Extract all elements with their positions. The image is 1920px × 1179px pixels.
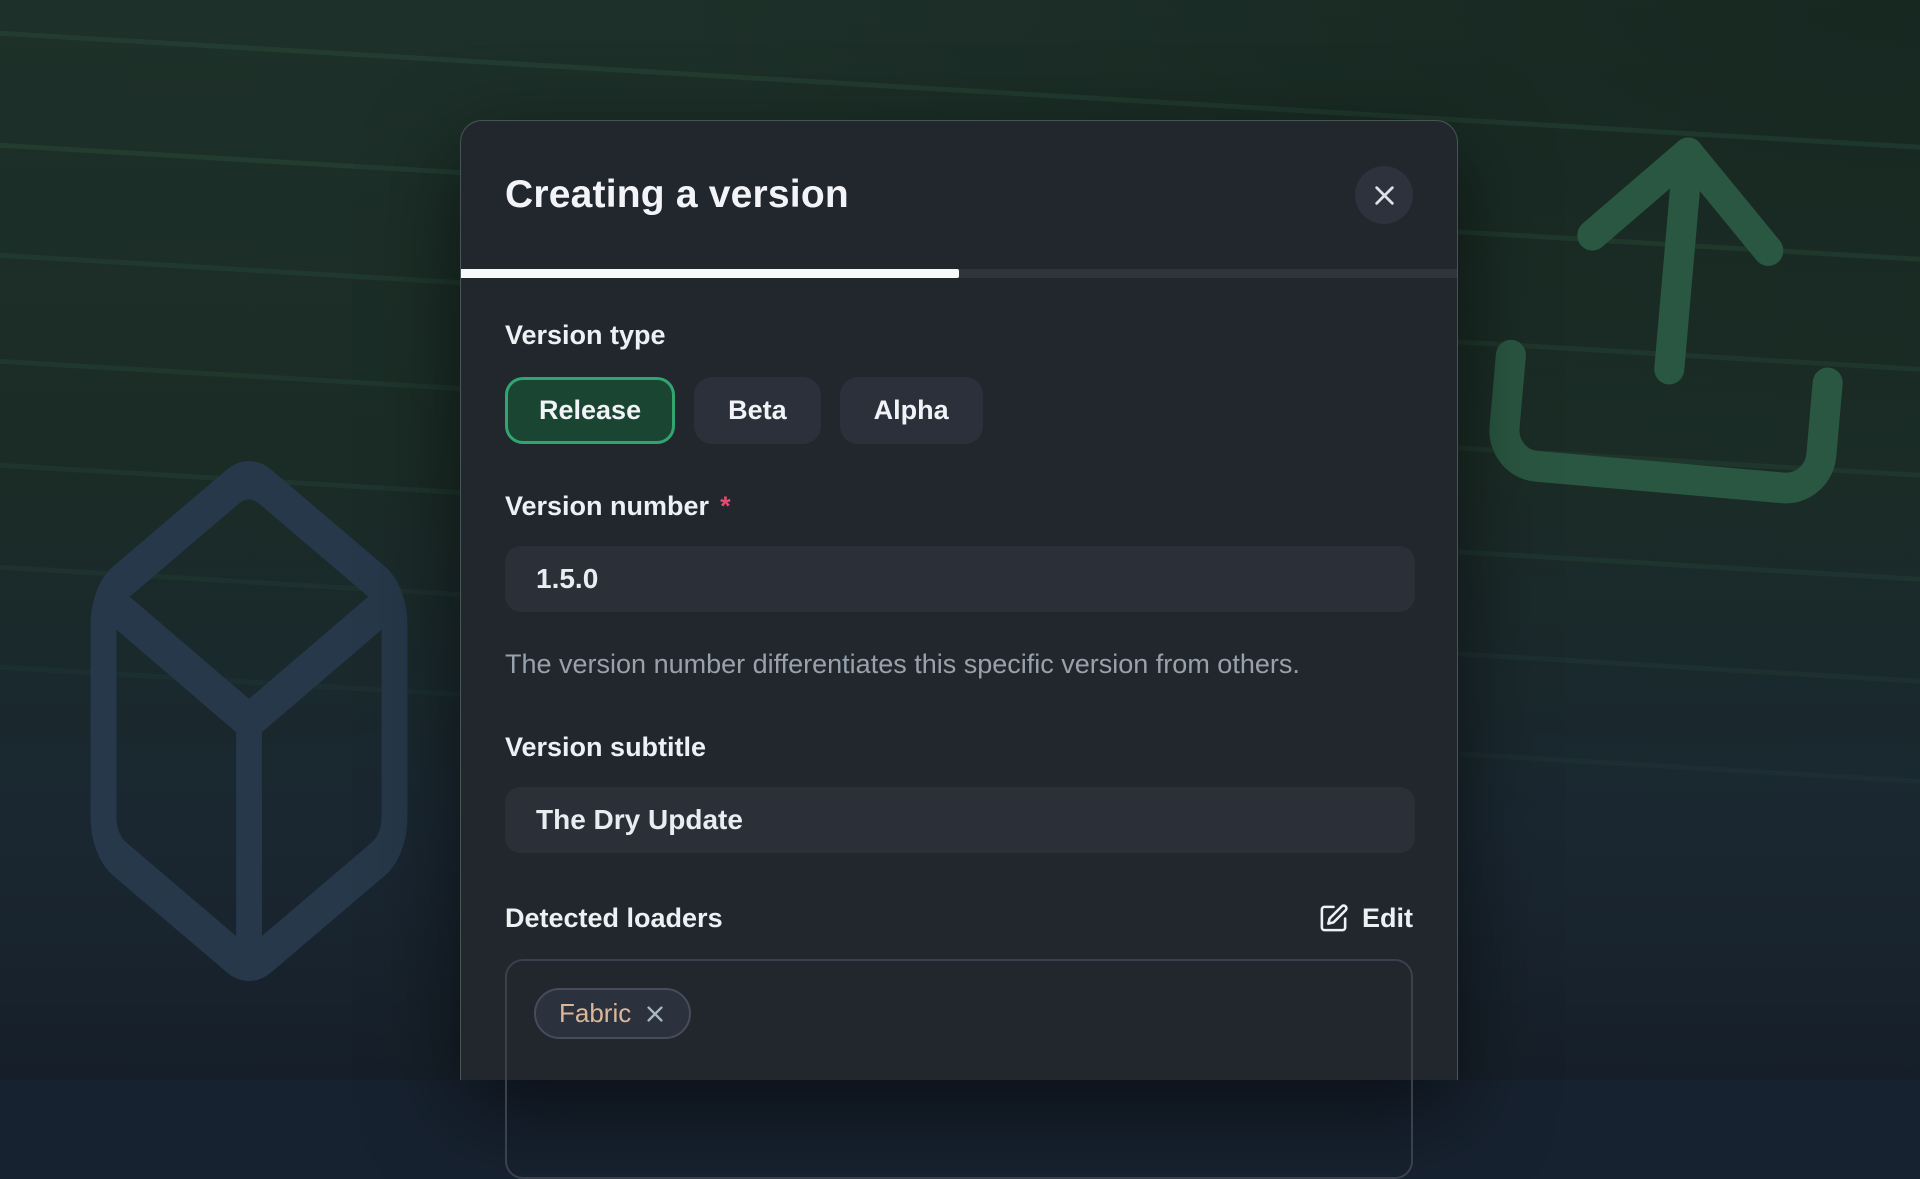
edit-pencil-icon xyxy=(1318,903,1349,934)
close-button[interactable] xyxy=(1355,166,1413,224)
modal-header: Creating a version xyxy=(461,121,1457,269)
close-icon xyxy=(1371,182,1398,209)
version-subtitle-label: Version subtitle xyxy=(505,732,1413,763)
version-type-alpha-button[interactable]: Alpha xyxy=(840,377,983,444)
version-subtitle-section: Version subtitle xyxy=(505,732,1413,853)
version-number-section: Version number * The version number diff… xyxy=(505,491,1413,686)
detected-loaders-header: Detected loaders Edit xyxy=(505,903,1413,934)
upload-arrow-icon xyxy=(1444,80,1904,549)
remove-loader-button[interactable] xyxy=(644,1003,666,1025)
version-type-options: Release Beta Alpha xyxy=(505,377,1413,444)
version-number-input[interactable] xyxy=(505,546,1415,612)
version-type-section: Version type Release Beta Alpha xyxy=(505,320,1413,444)
version-type-beta-button[interactable]: Beta xyxy=(694,377,821,444)
version-type-release-button[interactable]: Release xyxy=(505,377,675,444)
loader-chip-fabric: Fabric xyxy=(534,988,691,1039)
step-progress-fill xyxy=(461,269,959,278)
modal-body: Version type Release Beta Alpha Version … xyxy=(461,278,1457,1179)
create-version-modal: Creating a version Version type Release … xyxy=(460,120,1458,1080)
detected-loaders-box: Fabric xyxy=(505,959,1413,1179)
edit-label: Edit xyxy=(1362,903,1413,934)
edit-loaders-button[interactable]: Edit xyxy=(1318,903,1413,934)
step-progress-track xyxy=(461,269,1457,278)
required-asterisk: * xyxy=(720,491,731,522)
version-subtitle-input[interactable] xyxy=(505,787,1415,853)
detected-loaders-label: Detected loaders xyxy=(505,903,723,934)
version-number-helper-text: The version number differentiates this s… xyxy=(505,642,1385,686)
package-cube-icon xyxy=(55,432,443,1010)
modal-title: Creating a version xyxy=(505,173,849,217)
version-number-label: Version number xyxy=(505,491,709,522)
remove-x-icon xyxy=(644,1003,666,1025)
version-type-label: Version type xyxy=(505,320,1413,351)
loader-chip-label: Fabric xyxy=(559,998,631,1029)
